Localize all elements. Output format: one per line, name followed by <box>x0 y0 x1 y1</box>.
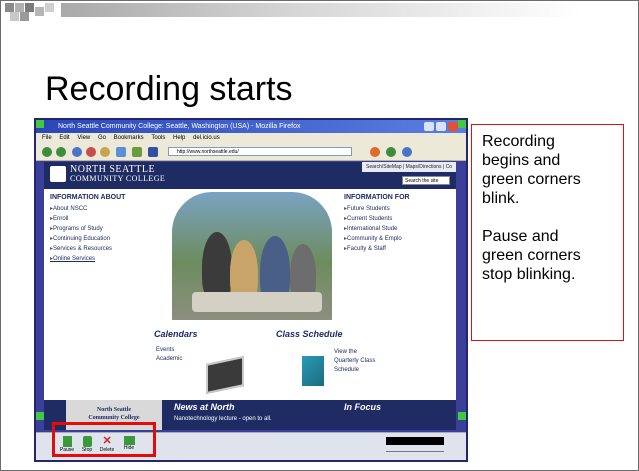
window-controls[interactable] <box>424 122 458 131</box>
header-links[interactable]: Search/SiteMap | Maps/Directions | Co <box>362 162 456 172</box>
site-header: NORTH SEATTLE COMMUNITY COLLEGE Search/S… <box>44 162 456 189</box>
link-community-employers[interactable]: Community & Emplo <box>344 234 402 244</box>
link-future-students[interactable]: Future Students <box>344 204 402 214</box>
college-logo-icon[interactable] <box>50 166 66 182</box>
link-about-nscc[interactable]: About NSCC <box>50 204 112 214</box>
link-online-services[interactable]: Online Services <box>50 254 112 264</box>
search-icon[interactable] <box>402 147 412 157</box>
note-line: green corners <box>482 171 581 188</box>
menu-go[interactable]: Go <box>98 135 106 141</box>
slide-title: Recording starts <box>45 70 293 108</box>
link-programs-of-study[interactable]: Programs of Study <box>50 224 112 234</box>
campus-photo <box>172 192 332 320</box>
in-focus-heading: In Focus <box>344 402 382 412</box>
link-current-students[interactable]: Current Students <box>344 214 402 224</box>
green-corner-bottom-right <box>458 412 466 420</box>
menu-delicious[interactable]: del.icio.us <box>193 135 220 141</box>
menu-bookmarks[interactable]: Bookmarks <box>114 135 144 141</box>
green-corner-top-left <box>36 120 44 128</box>
recording-slider[interactable] <box>386 451 444 452</box>
link-continuing-education[interactable]: Continuing Education <box>50 234 112 244</box>
site-search-input[interactable]: Search the site <box>402 176 450 185</box>
home-icon[interactable] <box>100 147 110 157</box>
search-engine-icon[interactable] <box>386 147 396 157</box>
link-faculty-staff[interactable]: Faculty & Staff <box>344 244 402 254</box>
browser-screenshot: North Seattle Community College: Seattle… <box>34 118 468 462</box>
note-line: begins and <box>482 152 561 169</box>
calendars-heading[interactable]: Calendars <box>154 329 198 339</box>
green-corner-bottom-left <box>36 412 44 420</box>
college-name[interactable]: NORTH SEATTLE COMMUNITY COLLEGE <box>70 165 165 184</box>
maximize-icon[interactable] <box>436 122 446 131</box>
menu-view[interactable]: View <box>77 135 90 141</box>
minimize-icon[interactable] <box>424 122 434 131</box>
back-icon[interactable] <box>42 147 52 157</box>
note-line: Recording <box>482 133 555 150</box>
stop-load-icon[interactable] <box>86 147 96 157</box>
note-line: stop blinking. <box>482 266 576 283</box>
calendars-links: Events Academic <box>156 346 182 364</box>
reload-icon[interactable] <box>72 147 82 157</box>
recorder-controls-highlight <box>52 422 156 457</box>
menu-tools[interactable]: Tools <box>151 135 165 141</box>
link-international-students[interactable]: International Stude <box>344 224 402 234</box>
print-icon[interactable] <box>132 147 142 157</box>
schedule-book-icon[interactable] <box>302 356 324 386</box>
go-icon[interactable] <box>370 147 380 157</box>
window-title-bar: North Seattle Community College: Seattle… <box>36 120 466 133</box>
link-services-resources[interactable]: Services & Resources <box>50 244 112 254</box>
callout-note: Recording begins and green corners blink… <box>471 124 624 341</box>
forward-icon[interactable] <box>56 147 66 157</box>
bookmarks-icon[interactable] <box>116 147 126 157</box>
note-line: blink. <box>482 190 520 207</box>
menu-bar: File Edit View Go Bookmarks Tools Help d… <box>36 133 466 144</box>
link-events[interactable]: Events <box>156 346 182 355</box>
menu-file[interactable]: File <box>42 135 52 141</box>
green-corner-top-right <box>458 120 466 128</box>
browser-toolbar: http://www.northseattle.edu/ <box>36 144 466 161</box>
menu-edit[interactable]: Edit <box>59 135 69 141</box>
window-title: North Seattle Community College: Seattle… <box>58 123 301 130</box>
news-heading: News at North <box>174 402 235 412</box>
info-for-heading: INFORMATION FOR <box>344 194 410 201</box>
link-academic[interactable]: Academic <box>156 355 182 364</box>
info-for-list: Future Students Current Students Interna… <box>344 204 402 254</box>
class-schedule-heading[interactable]: Class Schedule <box>276 329 343 339</box>
news-item-link[interactable]: Nanotechnology lecture - open to all. <box>174 416 272 422</box>
note-line: Pause and <box>482 228 559 245</box>
info-about-heading: INFORMATION ABOUT <box>50 194 126 201</box>
schedule-link[interactable]: View the Quarterly Class Schedule <box>334 348 375 375</box>
note-line: green corners <box>482 247 581 264</box>
mail-icon[interactable] <box>148 147 158 157</box>
info-about-list: About NSCC Enroll Programs of Study Cont… <box>50 204 112 264</box>
title-decoration-bar <box>1 1 636 21</box>
recording-status-bar <box>386 437 444 445</box>
menu-help[interactable]: Help <box>173 135 185 141</box>
link-enroll[interactable]: Enroll <box>50 214 112 224</box>
calendar-icon[interactable] <box>206 355 244 395</box>
web-page: NORTH SEATTLE COMMUNITY COLLEGE Search/S… <box>44 162 456 430</box>
url-bar[interactable]: http://www.northseattle.edu/ <box>168 147 352 156</box>
close-icon[interactable] <box>448 122 458 131</box>
